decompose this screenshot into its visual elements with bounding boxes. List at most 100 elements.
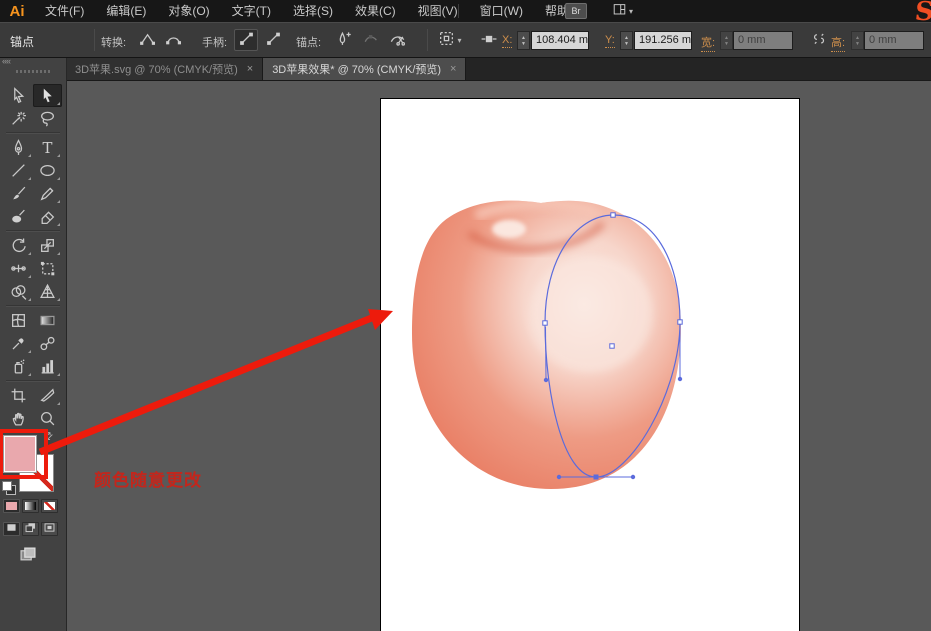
width-value-field[interactable]: 0 mm [733, 31, 793, 50]
draw-inside-button[interactable] [41, 522, 58, 536]
hand-tool[interactable] [4, 407, 33, 430]
convert-corner-icon [138, 30, 155, 50]
panel-grip[interactable] [16, 70, 50, 73]
canvas-area[interactable] [66, 80, 931, 631]
menu-edit[interactable]: 编辑(E) [95, 0, 157, 22]
none-button[interactable] [41, 499, 58, 513]
hide-handles-button[interactable] [261, 29, 285, 51]
constrain-proportions-button[interactable] [806, 29, 830, 51]
fill-stroke-widget [0, 429, 66, 495]
pencil-tool[interactable] [33, 182, 62, 205]
slice-tool[interactable] [33, 384, 62, 407]
menu-type[interactable]: 文字(T) [221, 0, 282, 22]
scale-tool[interactable] [33, 234, 62, 257]
flyout-indicator [28, 298, 31, 301]
artboard[interactable] [380, 98, 800, 631]
zoom-tool[interactable] [33, 407, 62, 430]
direct-selection-tool[interactable] [33, 84, 62, 107]
handle-end-point[interactable] [678, 377, 682, 381]
flyout-indicator [57, 223, 60, 226]
x-label[interactable]: X: [502, 34, 512, 48]
pen-tool[interactable] [4, 136, 33, 159]
column-graph-tool[interactable] [33, 355, 62, 378]
height-value-field[interactable]: 0 mm [864, 31, 924, 50]
fill-swatch[interactable] [3, 435, 37, 473]
default-fill-stroke-icon[interactable] [2, 481, 18, 495]
eraser-tool[interactable] [33, 205, 62, 228]
menu-window[interactable]: 窗口(W) [469, 0, 534, 22]
perspective-grid-tool[interactable] [33, 280, 62, 303]
width-tool[interactable] [4, 257, 33, 280]
isolate-object-button[interactable] [476, 29, 500, 51]
height-label[interactable]: 高: [831, 34, 845, 52]
draw-behind-button[interactable] [22, 522, 39, 536]
eyedropper-tool[interactable] [4, 332, 33, 355]
free-transform-tool[interactable] [33, 257, 62, 280]
add-anchor-button[interactable] [331, 29, 355, 51]
bridge-button[interactable]: Br [565, 3, 587, 19]
screen-mode-button[interactable] [14, 546, 42, 566]
artboard-tool[interactable] [4, 384, 33, 407]
handle-end-point[interactable] [557, 475, 561, 479]
menu-effect[interactable]: 效果(C) [344, 0, 407, 22]
show-handles-button[interactable] [234, 29, 258, 51]
selected-anchor-point[interactable] [594, 475, 599, 480]
x-stepper[interactable] [517, 31, 530, 50]
color-button[interactable] [3, 499, 20, 513]
width-label[interactable]: 宽: [701, 34, 715, 52]
tab-close-button[interactable]: × [450, 64, 456, 74]
select-similar-button[interactable] [434, 29, 466, 51]
gradient-tool[interactable] [33, 309, 62, 332]
height-stepper[interactable] [851, 31, 864, 50]
cut-path-button[interactable] [385, 29, 409, 51]
remove-anchor-button[interactable] [358, 29, 382, 51]
symbol-sprayer-tool[interactable] [4, 355, 33, 378]
document-tab-1[interactable]: 3D苹果.svg @ 70% (CMYK/预览)× [66, 58, 263, 80]
swap-fill-stroke-icon[interactable] [42, 430, 56, 444]
apple-shape[interactable] [412, 201, 681, 489]
draw-normal-button[interactable] [3, 522, 20, 536]
tool-group-divider [6, 230, 60, 232]
gradient-button[interactable] [22, 499, 39, 513]
annotation-text: 颜色随意更改 [94, 466, 202, 491]
menu-object[interactable]: 对象(O) [157, 0, 220, 22]
tools-panel-header [0, 58, 66, 84]
convert-to-corner-button[interactable] [134, 29, 158, 51]
lasso-tool[interactable] [33, 107, 62, 130]
shape-builder-tool[interactable] [4, 280, 33, 303]
workspace-switcher-button[interactable] [612, 3, 644, 19]
menu-view[interactable]: 视图(V) [407, 0, 469, 22]
y-value-field[interactable]: 191.256 mm [634, 31, 692, 50]
type-tool[interactable]: T [33, 136, 62, 159]
line-segment-tool[interactable] [4, 159, 33, 182]
rotate-tool[interactable] [4, 234, 33, 257]
magic-wand-tool[interactable] [4, 107, 33, 130]
handle-end-point[interactable] [631, 475, 635, 479]
ellipse-tool[interactable] [33, 159, 62, 182]
y-label[interactable]: Y: [605, 34, 615, 48]
blob-brush-tool[interactable] [4, 205, 33, 228]
document-tab-2[interactable]: 3D苹果效果* @ 70% (CMYK/预览)× [263, 58, 466, 80]
apple-artwork[interactable] [381, 99, 799, 631]
menu-select[interactable]: 选择(S) [282, 0, 344, 22]
handle-end-point[interactable] [544, 378, 548, 382]
tools-grid: T [0, 84, 66, 430]
mesh-tool[interactable] [4, 309, 33, 332]
selection-tool[interactable] [4, 84, 33, 107]
workspace-icon [612, 3, 627, 19]
convert-label: 转换: [101, 34, 126, 50]
draw-normal-icon [4, 521, 19, 537]
paintbrush-tool[interactable] [4, 182, 33, 205]
x-value-field[interactable]: 108.404 mm [531, 31, 589, 50]
tab-close-button[interactable]: × [247, 64, 253, 74]
select-similar-icon [438, 30, 455, 50]
blend-tool[interactable] [33, 332, 62, 355]
menu-file[interactable]: 文件(F) [34, 0, 95, 22]
convert-to-smooth-button[interactable] [160, 29, 184, 51]
anchor-point[interactable] [543, 321, 547, 325]
y-stepper[interactable] [620, 31, 633, 50]
anchor-point[interactable] [678, 320, 682, 324]
remove-anchor-icon [362, 30, 379, 50]
anchor-point[interactable] [611, 213, 615, 217]
width-stepper[interactable] [720, 31, 733, 50]
